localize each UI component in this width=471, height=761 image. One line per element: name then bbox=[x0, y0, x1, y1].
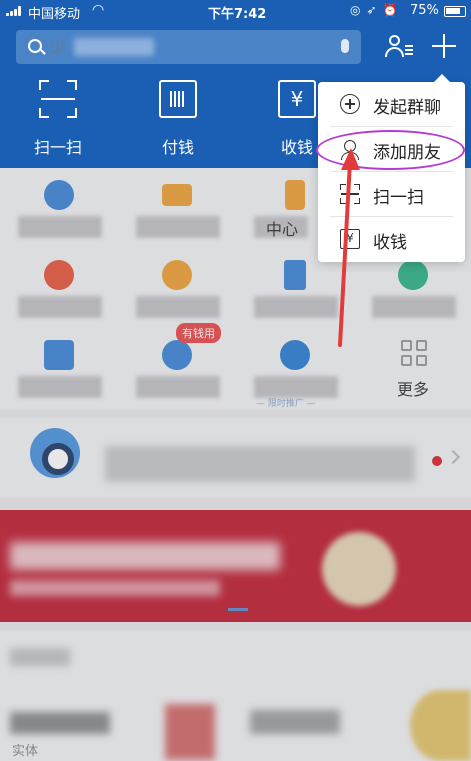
grid-app[interactable] bbox=[118, 252, 236, 332]
wifi-icon: ◠ bbox=[92, 2, 105, 18]
unread-dot bbox=[432, 456, 442, 466]
building-icon bbox=[284, 260, 306, 290]
grid-app[interactable] bbox=[118, 172, 236, 252]
highlight-ellipse bbox=[316, 130, 465, 170]
search-icon bbox=[28, 39, 42, 53]
hand-coin-icon bbox=[162, 340, 192, 370]
search-bar[interactable] bbox=[16, 30, 361, 64]
card-icon bbox=[162, 184, 192, 206]
scan-icon bbox=[39, 80, 77, 118]
grid-app[interactable] bbox=[0, 332, 118, 412]
bottom-feed: 实体 bbox=[0, 630, 471, 761]
barcode-icon bbox=[159, 80, 197, 118]
add-menu-button[interactable] bbox=[432, 34, 456, 58]
status-bar: 中国移动 ◠ 下午7:42 ◎➶⏰ 75% bbox=[0, 0, 471, 24]
carrier-name: 中国移动 bbox=[28, 7, 81, 22]
grid-app[interactable] bbox=[118, 332, 236, 412]
chevron-right-icon bbox=[445, 449, 461, 465]
didi-icon bbox=[162, 260, 192, 290]
notice-text-blur bbox=[105, 446, 415, 482]
train-icon bbox=[44, 340, 74, 370]
face-icon bbox=[44, 260, 74, 290]
signal-icon bbox=[6, 6, 24, 16]
grid-app[interactable] bbox=[0, 172, 118, 252]
ant-mascot-icon bbox=[30, 428, 80, 478]
banner-coin-image bbox=[322, 532, 396, 606]
battery-icon bbox=[444, 6, 466, 17]
yuan-icon: ¥ bbox=[278, 80, 316, 118]
e-icon bbox=[280, 340, 310, 370]
menu-item-group-chat[interactable]: 发起群聊 bbox=[318, 82, 465, 127]
clock: 下午7:42 bbox=[208, 7, 267, 22]
notice-row[interactable] bbox=[0, 418, 471, 498]
menu-item-scan[interactable]: 扫一扫 bbox=[318, 172, 465, 217]
yuan-collect-icon: ¥ bbox=[340, 229, 360, 249]
quick-pay-button[interactable]: 付钱 bbox=[128, 80, 228, 160]
status-icons: ◎➶⏰ bbox=[350, 3, 404, 17]
microphone-icon[interactable] bbox=[341, 39, 349, 53]
quick-scan-button[interactable]: 扫一扫 bbox=[8, 80, 108, 160]
menu-item-collect[interactable]: ¥ 收钱 bbox=[318, 217, 465, 262]
grid-more-icon bbox=[401, 340, 429, 368]
promo-badge: 有钱用 bbox=[176, 323, 221, 343]
banner-pager bbox=[228, 608, 248, 611]
grid-app[interactable] bbox=[236, 252, 354, 332]
yuan-coin-icon bbox=[44, 180, 74, 210]
grid-app[interactable] bbox=[0, 252, 118, 332]
circle-plus-icon bbox=[340, 94, 360, 114]
contacts-button[interactable] bbox=[384, 32, 414, 62]
feed-sub-label: 实体 bbox=[12, 744, 39, 759]
grid-app[interactable] bbox=[354, 252, 471, 332]
banner-subtitle-blur bbox=[10, 580, 220, 596]
ad-tag: — 限时推广 — bbox=[256, 399, 316, 409]
scan-icon bbox=[340, 184, 360, 204]
banner-title-blur bbox=[10, 542, 280, 570]
phone-icon bbox=[285, 180, 305, 210]
search-hint-blur bbox=[74, 38, 154, 56]
promo-banner[interactable] bbox=[0, 510, 471, 622]
battery-percent: 75% bbox=[410, 3, 439, 18]
leaf-icon bbox=[398, 260, 428, 290]
add-popup-menu: 发起群聊 添加朋友 扫一扫 ¥ 收钱 bbox=[318, 74, 465, 262]
